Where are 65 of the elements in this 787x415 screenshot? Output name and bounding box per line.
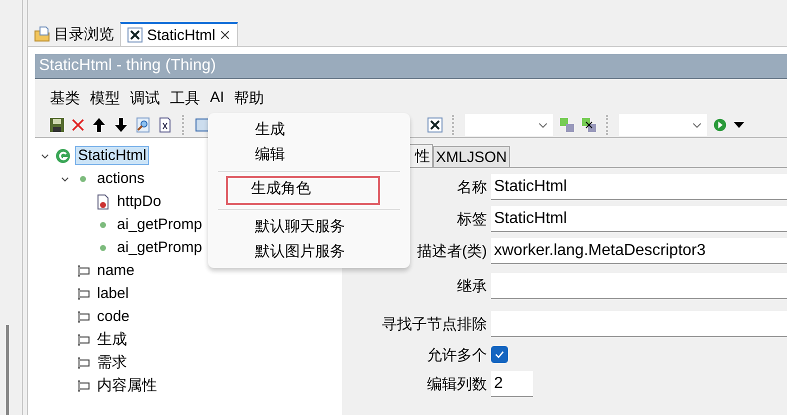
x-document-icon[interactable] xyxy=(157,117,173,133)
text-field[interactable]: StaticHtml xyxy=(491,206,787,232)
tree-item[interactable]: 内容属性 xyxy=(95,376,159,395)
search-icon[interactable] xyxy=(135,117,151,133)
field-label: 描述者(类) xyxy=(416,242,487,260)
cross-document-icon xyxy=(127,27,143,43)
field-icon xyxy=(75,332,91,348)
field-label: 标签 xyxy=(456,210,487,228)
tree-item[interactable]: label xyxy=(95,285,131,302)
up-arrow-icon[interactable] xyxy=(91,117,107,133)
menu-item[interactable]: 工具 xyxy=(169,89,201,111)
delete-icon[interactable] xyxy=(71,118,85,132)
menu-item[interactable]: 调试 xyxy=(129,89,161,111)
field-icon xyxy=(75,378,91,394)
dropdown-field[interactable] xyxy=(465,114,553,136)
text-field[interactable] xyxy=(491,311,787,337)
menu-item[interactable]: 生成 xyxy=(212,117,406,142)
play-icon[interactable] xyxy=(713,118,727,132)
menu-item[interactable]: 模型 xyxy=(89,89,121,111)
checkmark-icon xyxy=(494,349,505,360)
text-field[interactable]: StaticHtml xyxy=(491,174,787,200)
folder-icon xyxy=(34,26,50,42)
field-icon xyxy=(75,354,91,370)
field-icon xyxy=(75,308,91,324)
save-icon[interactable] xyxy=(49,117,65,133)
title-bar: StaticHtml - thing (Thing) xyxy=(35,54,787,79)
tree-item[interactable]: name xyxy=(95,262,137,279)
tree-item[interactable]: ai_getPromp xyxy=(115,239,204,256)
text-field[interactable]: xworker.lang.MetaDescriptor3 xyxy=(491,238,787,264)
menu-item[interactable]: 默认图片服务 xyxy=(212,239,406,264)
tree-item[interactable]: 需求 xyxy=(95,353,129,372)
blocks-x-icon[interactable] xyxy=(581,117,597,133)
down-arrow-icon[interactable] xyxy=(113,117,129,133)
document-icon xyxy=(95,194,111,210)
field-icon xyxy=(75,262,91,278)
tree-item[interactable]: code xyxy=(95,308,132,325)
field-icon xyxy=(75,286,91,302)
text-field[interactable] xyxy=(491,273,787,299)
editor-tab[interactable]: StaticHtml xyxy=(120,22,238,46)
checkbox[interactable] xyxy=(491,346,508,363)
tree-item[interactable]: StaticHtml xyxy=(75,146,150,165)
close-icon[interactable] xyxy=(219,29,232,41)
panel-tab[interactable]: 性 xyxy=(408,144,433,167)
number-field[interactable]: 2 xyxy=(491,371,533,397)
scrollbar[interactable] xyxy=(6,325,9,415)
tree-item[interactable]: httpDo xyxy=(115,193,164,210)
cross-document-icon[interactable] xyxy=(427,117,443,133)
menu-item[interactable]: 编辑 xyxy=(212,142,406,167)
dropdown-field[interactable] xyxy=(619,114,707,136)
field-label: 允许多个 xyxy=(426,346,487,365)
editor-tab[interactable]: 目录浏览 xyxy=(28,22,120,46)
field-label: 编辑列数 xyxy=(426,374,487,394)
tree-item[interactable]: actions xyxy=(95,170,147,187)
field-label: 继承 xyxy=(456,276,487,296)
menu-item[interactable]: AI xyxy=(209,89,226,111)
menu-item[interactable]: 帮助 xyxy=(233,89,266,111)
panel-tab[interactable]: XMLJSON xyxy=(433,146,510,167)
tree-item[interactable]: ai_getPromp xyxy=(115,216,204,233)
field-label: 名称 xyxy=(456,178,487,196)
field-label: 寻找子节点排除 xyxy=(381,314,487,334)
menu-item[interactable]: 默认聊天服务 xyxy=(212,214,406,239)
menu-item[interactable]: 基类 xyxy=(49,89,81,111)
menu-item[interactable]: 生成角色 xyxy=(226,176,380,205)
class-icon xyxy=(55,148,71,164)
tree-item[interactable]: 生成 xyxy=(95,330,129,349)
